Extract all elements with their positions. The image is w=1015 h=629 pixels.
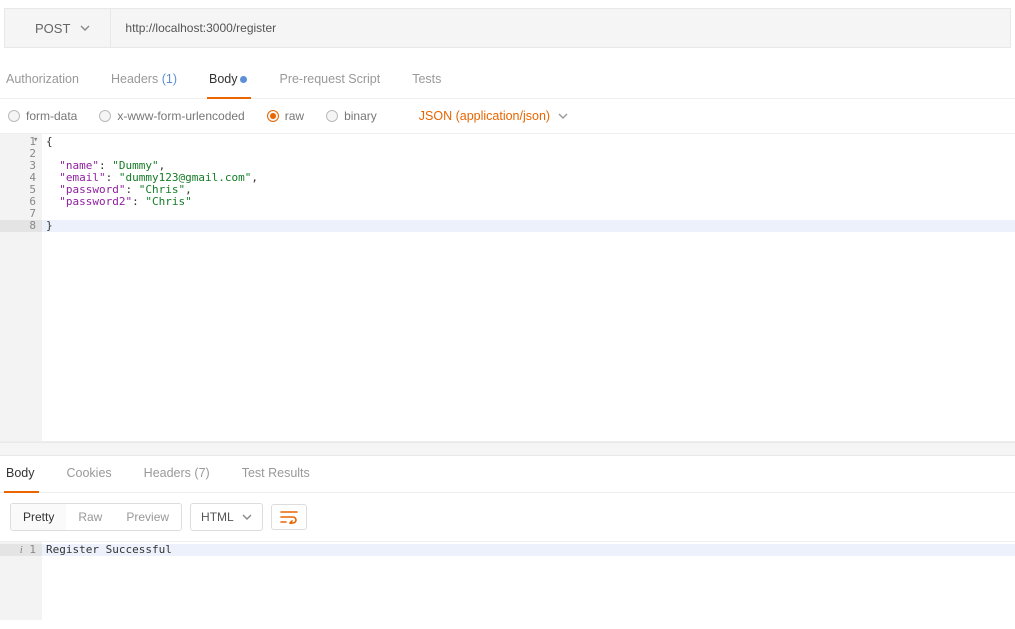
method-dropdown[interactable]: POST [5, 9, 111, 47]
resp-tab-cookies[interactable]: Cookies [67, 456, 126, 492]
tab-body[interactable]: Body [209, 62, 262, 98]
resp-tab-body[interactable]: Body [6, 456, 49, 492]
tab-tests[interactable]: Tests [412, 62, 455, 98]
method-label: POST [35, 21, 70, 36]
view-mode-segment: Pretty Raw Preview [10, 503, 182, 531]
response-toolbar: Pretty Raw Preview HTML [0, 493, 1015, 542]
info-icon: i [13, 544, 23, 556]
radio-raw[interactable]: raw [267, 109, 304, 123]
response-body: i 1 Register Successful [0, 542, 1015, 620]
response-tabs: Body Cookies Headers (7) Test Results [0, 456, 1015, 493]
resp-tab-headers[interactable]: Headers (7) [144, 456, 224, 492]
preview-button[interactable]: Preview [114, 504, 181, 530]
wrap-lines-button[interactable] [271, 504, 307, 530]
request-body-editor[interactable]: 1 2 3 4 5 6 7 8 ▾ { "name": "Dummy", "em… [0, 134, 1015, 442]
response-code[interactable]: Register Successful [42, 542, 1015, 620]
fold-icon[interactable]: ▾ [33, 135, 38, 145]
url-input[interactable] [111, 9, 1010, 47]
chevron-down-icon [80, 25, 90, 31]
resp-tab-testresults[interactable]: Test Results [242, 456, 324, 492]
body-options: form-data x-www-form-urlencoded raw bina… [0, 99, 1015, 134]
chevron-down-icon [558, 113, 568, 119]
code-area[interactable]: ▾ { "name": "Dummy", "email": "dummy123@… [42, 134, 1015, 441]
chevron-down-icon [242, 514, 252, 520]
format-dropdown[interactable]: HTML [190, 503, 263, 531]
tab-authorization[interactable]: Authorization [6, 62, 93, 98]
response-gutter: i 1 [0, 542, 42, 620]
panel-divider[interactable] [0, 442, 1015, 456]
raw-button[interactable]: Raw [66, 504, 114, 530]
content-type-dropdown[interactable]: JSON (application/json) [419, 109, 568, 123]
modified-dot-icon [240, 76, 247, 83]
radio-binary[interactable]: binary [326, 109, 377, 123]
wrap-icon [280, 510, 298, 524]
radio-formdata[interactable]: form-data [8, 109, 77, 123]
line-gutter: 1 2 3 4 5 6 7 8 [0, 134, 42, 441]
request-tabs: Authorization Headers (1) Body Pre-reque… [0, 62, 1015, 99]
tab-headers[interactable]: Headers (1) [111, 62, 191, 98]
tab-prerequest[interactable]: Pre-request Script [279, 62, 394, 98]
pretty-button[interactable]: Pretty [11, 504, 66, 530]
radio-urlencoded[interactable]: x-www-form-urlencoded [99, 109, 244, 123]
